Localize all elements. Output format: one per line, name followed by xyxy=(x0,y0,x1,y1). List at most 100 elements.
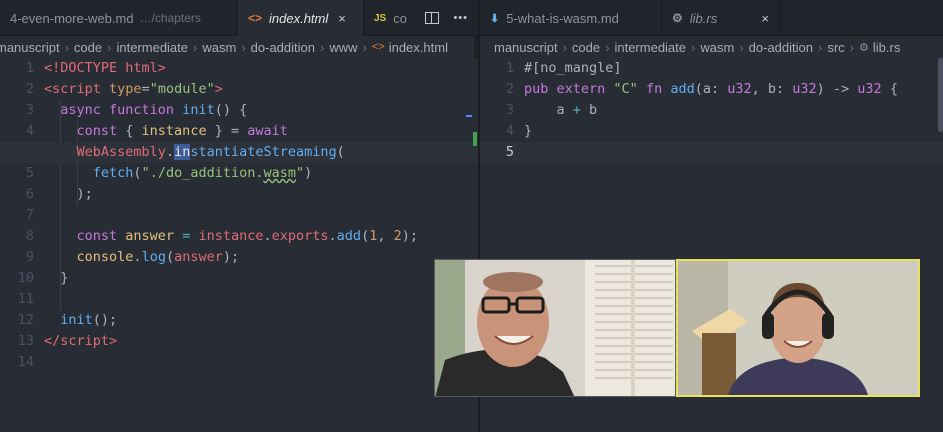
markdown-icon: ⬇ xyxy=(490,12,500,25)
code-token: ( xyxy=(133,165,142,181)
code-token: add xyxy=(662,81,695,97)
code-line: 1 <!DOCTYPE html> xyxy=(0,58,478,79)
code-line: 2 <script type="module"> xyxy=(0,79,478,100)
close-icon[interactable]: × xyxy=(338,11,346,26)
code-line: 3 a + b xyxy=(480,100,943,121)
code-token: . xyxy=(165,144,175,160)
line-number: 5 xyxy=(505,144,514,160)
code-line: 7 xyxy=(0,205,478,226)
tab-what-is-wasm[interactable]: ⬇ 5-what-is-wasm.md xyxy=(480,0,662,36)
code-token: <!DOCTYPE html> xyxy=(44,60,166,76)
code-line-current: WebAssembly.instantiateStreaming( xyxy=(0,142,478,163)
vertical-scrollbar[interactable] xyxy=(938,58,943,132)
code-token: ( xyxy=(165,249,175,265)
code-token: u32 xyxy=(857,81,882,97)
code-token: init xyxy=(174,102,215,118)
line-number: 3 xyxy=(505,102,514,118)
breadcrumb-item[interactable]: code xyxy=(74,40,102,55)
code-token: ) -> xyxy=(816,81,858,97)
code-line: 4 const { instance } = await xyxy=(0,121,478,142)
line-number: 13 xyxy=(17,333,34,349)
line-number: 2 xyxy=(25,81,34,97)
code-token: . xyxy=(133,249,142,265)
left-tab-actions: ••• xyxy=(421,0,478,35)
code-token: console.log(answer); xyxy=(44,249,240,265)
code-token: ) xyxy=(304,165,313,181)
code-token: wasm xyxy=(263,165,296,181)
code-token: 2 xyxy=(393,228,402,244)
code-line: 2 pub extern "C" fn add(a: u32, b: u32) -… xyxy=(480,79,943,100)
tab-index-html[interactable]: <> index.html × xyxy=(238,0,364,36)
code-line-current: 5 xyxy=(480,142,943,163)
code-line: 3 async function init() { xyxy=(0,100,478,121)
code-token: a xyxy=(556,102,565,118)
code-token: #[no_mangle] xyxy=(524,60,622,76)
close-icon[interactable]: × xyxy=(761,11,769,26)
line-number: 11 xyxy=(17,291,34,307)
left-tab-bar: 4-even-more-web.md …/chapters <> index.h… xyxy=(0,0,478,36)
breadcrumb-item[interactable]: wasm xyxy=(202,40,236,55)
breadcrumb-item[interactable]: intermediate xyxy=(614,40,686,55)
code-token: await xyxy=(247,123,288,139)
breadcrumb-item[interactable]: manuscript xyxy=(494,40,558,55)
line-number: 4 xyxy=(505,123,514,139)
tab-label: co xyxy=(393,10,407,26)
code-token: { xyxy=(117,123,142,139)
webcam-video-presenter xyxy=(434,259,676,397)
line-number: 12 xyxy=(17,312,34,328)
html-icon: <> xyxy=(371,41,385,53)
breadcrumb-item[interactable]: src xyxy=(827,40,844,55)
split-editor-icon[interactable] xyxy=(425,11,440,24)
code-token: ); xyxy=(222,249,240,265)
code-token: ); xyxy=(44,186,93,202)
left-editor[interactable]: 1 <!DOCTYPE html> 2 <script type="module">… xyxy=(0,58,478,432)
code-token: exports xyxy=(271,228,329,244)
breadcrumb-item[interactable]: manuscript xyxy=(0,40,60,55)
line-number: 1 xyxy=(505,60,514,76)
code-line: 13 </script> xyxy=(0,331,478,352)
tab-lib-rs[interactable]: ⚙ lib.rs × xyxy=(662,0,780,36)
breadcrumb-item[interactable]: code xyxy=(572,40,600,55)
code-token: = xyxy=(141,81,150,97)
code-token: const xyxy=(76,123,118,139)
code-token: . xyxy=(328,228,337,244)
breadcrumb-item[interactable]: lib.rs xyxy=(873,40,900,55)
presenter-video-frame xyxy=(435,260,675,396)
code-token: answer xyxy=(117,228,175,244)
code-token: const xyxy=(76,228,118,244)
code-token: , b: xyxy=(751,81,793,97)
code-token: const answer = instance.exports.add(1, 2… xyxy=(44,228,419,244)
right-tab-bar: ⬇ 5-what-is-wasm.md ⚙ lib.rs × xyxy=(480,0,943,36)
code-token: <script type="module"> xyxy=(44,81,223,97)
code-token: fn xyxy=(637,81,663,97)
code-token: u32 xyxy=(792,81,817,97)
breadcrumb-item[interactable]: wasm xyxy=(700,40,734,55)
code-token: " xyxy=(296,165,305,181)
code-token: extern xyxy=(548,81,606,97)
code-line: 6 ); xyxy=(0,184,478,205)
code-token: , xyxy=(377,228,394,244)
tab-even-more-web[interactable]: 4-even-more-web.md …/chapters xyxy=(0,0,238,36)
breadcrumb-item[interactable]: index.html xyxy=(389,40,448,55)
more-actions-icon[interactable]: ••• xyxy=(453,12,468,24)
code-token: async xyxy=(60,102,101,118)
code-line: 10 } xyxy=(0,268,478,289)
breadcrumb-item[interactable]: do-addition xyxy=(251,40,315,55)
code-token: = xyxy=(174,228,199,244)
code-token: () { xyxy=(214,102,248,118)
line-number: 14 xyxy=(17,354,34,370)
rust-icon: ⚙ xyxy=(672,11,683,25)
code-token: { xyxy=(881,81,898,97)
breadcrumb-item[interactable]: do-addition xyxy=(749,40,813,55)
tab-js-file[interactable]: JS co xyxy=(364,0,414,36)
code-token: b xyxy=(589,102,598,118)
tab-label: 4-even-more-web.md xyxy=(10,10,134,26)
breadcrumb-item[interactable]: intermediate xyxy=(116,40,188,55)
code-token: + xyxy=(564,102,590,118)
code-token: } xyxy=(524,123,532,139)
code-token: init(); xyxy=(44,312,117,328)
breadcrumb-item[interactable]: www xyxy=(329,40,357,55)
code-token: ( xyxy=(336,144,345,160)
code-line: 1 #[no_mangle] xyxy=(480,58,943,79)
code-token: } = xyxy=(206,123,248,139)
